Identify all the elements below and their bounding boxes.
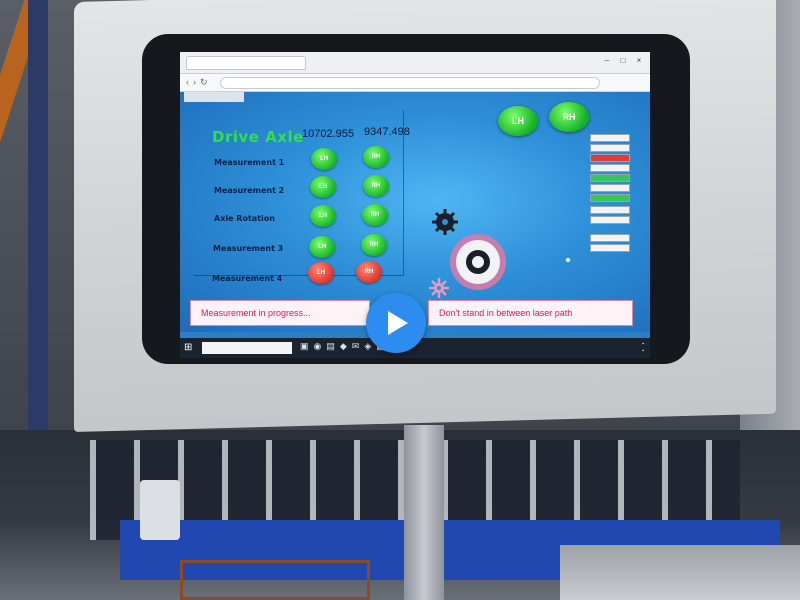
reading-value-1: 10702.955	[302, 128, 354, 140]
gear-icon	[429, 278, 449, 298]
windows-logo-icon[interactable]: ⊞	[184, 342, 196, 354]
side-status-green[interactable]	[590, 174, 630, 182]
app-title: Drive Axle	[212, 128, 304, 146]
browser-tab-bar: – □ ×	[180, 52, 650, 74]
play-button[interactable]	[366, 293, 426, 353]
axle-rotation-rh-indicator[interactable]: RH	[362, 204, 388, 226]
sparkle-dot	[566, 258, 570, 262]
browser-tab[interactable]	[186, 56, 306, 70]
close-icon[interactable]: ×	[634, 56, 644, 66]
app-tab[interactable]	[184, 92, 244, 102]
axle-rotation-lh-indicator[interactable]: LH	[310, 205, 336, 227]
measurement-2-lh-indicator[interactable]: LH	[310, 176, 336, 198]
row-label-axle-rotation: Axle Rotation	[214, 214, 275, 223]
electrical-cabinet	[140, 480, 180, 540]
side-field[interactable]	[590, 234, 630, 242]
side-field[interactable]	[590, 216, 630, 224]
side-field[interactable]	[590, 244, 630, 252]
reading-value-2: 9347.498	[364, 126, 410, 138]
status-progress-box: Measurement in progress...	[190, 300, 370, 326]
side-checkbox[interactable]	[590, 144, 630, 152]
window-controls: – □ ×	[602, 56, 644, 66]
side-field[interactable]	[590, 184, 630, 192]
measurement-3-lh-indicator[interactable]: LH	[309, 236, 335, 258]
side-field[interactable]	[590, 206, 630, 214]
row-label-measurement-4: Measurement 4	[212, 274, 283, 283]
row-label-measurement-1: Measurement 1	[214, 158, 285, 167]
rh-header-button[interactable]: RH	[549, 102, 589, 132]
floor-area	[560, 545, 800, 600]
trolley-frame	[180, 560, 370, 600]
side-status-red[interactable]	[590, 154, 630, 162]
measurement-1-lh-indicator[interactable]: LH	[311, 148, 337, 170]
side-field[interactable]	[590, 164, 630, 172]
row-label-measurement-2: Measurement 2	[214, 186, 285, 195]
row-label-measurement-3: Measurement 3	[213, 244, 284, 253]
gear-icon	[450, 234, 506, 290]
side-checkbox[interactable]	[590, 134, 630, 142]
lh-header-button[interactable]: LH	[498, 106, 538, 136]
maximize-icon[interactable]: □	[618, 56, 628, 66]
measurement-3-rh-indicator[interactable]: RH	[361, 234, 387, 256]
side-control-panel	[590, 134, 636, 254]
measurement-4-rh-indicator[interactable]: RH	[356, 261, 382, 283]
play-icon	[388, 311, 408, 335]
measurement-4-lh-indicator[interactable]: LH	[308, 262, 334, 284]
minimize-icon[interactable]: –	[602, 56, 612, 66]
taskbar-search[interactable]	[202, 342, 292, 354]
nav-arrows-icon[interactable]: ‹›↻	[186, 77, 212, 88]
measurement-1-rh-indicator[interactable]: RH	[363, 146, 389, 168]
address-bar: ‹›↻	[180, 74, 650, 92]
laser-warning-box: Don't stand in between laser path	[428, 300, 633, 326]
monitor-stand	[404, 425, 444, 600]
taskbar-clock: ▪ ▪	[642, 341, 644, 354]
url-field[interactable]	[220, 77, 600, 89]
measurement-2-rh-indicator[interactable]: RH	[363, 175, 389, 197]
side-status-green[interactable]	[590, 194, 630, 202]
